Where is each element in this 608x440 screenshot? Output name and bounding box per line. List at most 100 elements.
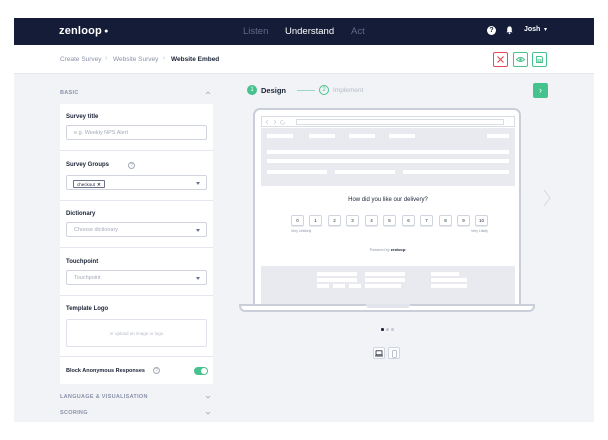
mock-line: [431, 284, 467, 288]
desktop-view-button[interactable]: [373, 347, 385, 359]
dictionary-select[interactable]: Choose dictionary: [66, 222, 207, 237]
app-frame: zenloop ● Listen Understand Act ? Josh ▾…: [14, 18, 594, 422]
block-anonymous-toggle[interactable]: [194, 367, 208, 375]
nps-score-button[interactable]: 10: [475, 215, 488, 226]
next-step-button[interactable]: ›: [533, 83, 548, 98]
save-icon: [536, 56, 543, 63]
template-logo-label: Template Logo: [66, 306, 109, 312]
mock-line: [349, 284, 361, 288]
help-icon[interactable]: ?: [487, 26, 496, 35]
mock-line: [365, 278, 405, 282]
chevron-down-icon: [196, 182, 200, 185]
nav-listen[interactable]: Listen: [243, 26, 268, 37]
mock-line: [431, 278, 467, 282]
survey-question: How did you like our delivery?: [348, 197, 428, 203]
section-basic-label[interactable]: BASIC: [60, 90, 79, 96]
browser-menu-icon: ⋮: [506, 118, 511, 124]
section-language-visualisation[interactable]: LANGUAGE & VISUALISATION: [60, 394, 148, 400]
group-chip-checkout: checkout ✕: [73, 180, 105, 188]
nav-understand[interactable]: Understand: [285, 26, 334, 37]
divider: [60, 150, 213, 151]
mobile-icon: [392, 350, 397, 358]
chevron-down-icon[interactable]: ▾: [544, 26, 547, 33]
dictionary-placeholder: Choose dictionary: [74, 227, 119, 233]
step-implement-label[interactable]: Implement: [333, 87, 363, 94]
survey-title-input[interactable]: e.g. Weekly NPS Alert: [66, 125, 207, 140]
mock-line: [267, 150, 509, 154]
nav-act[interactable]: Act: [351, 26, 365, 37]
section-scoring[interactable]: SCORING: [60, 410, 88, 416]
scale-high-label: Very Likely: [471, 229, 488, 233]
step-design-label[interactable]: Design: [261, 86, 286, 95]
info-icon[interactable]: ?: [153, 367, 160, 374]
mock-line: [267, 170, 327, 174]
breadcrumb-website-embed: Website Embed: [171, 56, 220, 63]
laptop-preview: ⋮ How did you like our delivery? 0 1 2 3…: [253, 108, 521, 304]
address-bar: [296, 119, 504, 125]
close-icon: [497, 56, 504, 63]
survey-groups-select[interactable]: checkout ✕: [66, 175, 207, 190]
block-anonymous-label: Block Anonymous Responses: [66, 368, 145, 374]
nps-score-button[interactable]: 1: [309, 215, 322, 226]
mock-line: [487, 134, 509, 138]
step-connector: [297, 90, 315, 91]
nps-score-button[interactable]: 9: [457, 215, 470, 226]
nps-score-button[interactable]: 6: [402, 215, 415, 226]
mock-line: [267, 159, 509, 163]
settings-panel: Survey title e.g. Weekly NPS Alert Surve…: [60, 104, 213, 384]
nps-score-button[interactable]: 7: [420, 215, 433, 226]
nps-score-button[interactable]: 5: [383, 215, 396, 226]
browser-nav-icon: [265, 119, 285, 125]
breadcrumb-website-survey[interactable]: Website Survey: [113, 56, 158, 63]
breadcrumb-create-survey[interactable]: Create Survey: [60, 56, 102, 63]
nps-score-button[interactable]: 0: [291, 215, 304, 226]
survey-groups-label: Survey Groups: [66, 162, 110, 168]
mock-line: [431, 272, 459, 276]
upload-hint: or upload an image or logo: [109, 331, 164, 336]
touchpoint-select[interactable]: Touchpoint: [66, 270, 207, 285]
survey-widget-preview: How did you like our delivery? 0 1 2 3 4…: [261, 186, 515, 266]
nps-score-button[interactable]: 2: [328, 215, 341, 226]
scale-low-label: Very Unlikely: [291, 229, 312, 233]
mock-line: [365, 272, 405, 276]
preview-button[interactable]: [513, 52, 528, 67]
user-menu[interactable]: Josh: [524, 26, 540, 33]
mock-line: [309, 134, 335, 138]
mock-line: [317, 284, 329, 288]
logo[interactable]: zenloop ●: [59, 25, 109, 37]
footer-mock: [261, 266, 515, 304]
carousel-dot[interactable]: [381, 328, 384, 331]
chevron-down-icon[interactable]: [205, 410, 211, 416]
dictionary-label: Dictionary: [66, 211, 96, 217]
chevron-down-icon: [196, 277, 200, 280]
nps-score-button[interactable]: 4: [365, 215, 378, 226]
browser-bar: ⋮: [261, 116, 515, 127]
chevron-up-icon[interactable]: [205, 90, 211, 96]
survey-title-placeholder: e.g. Weekly NPS Alert: [74, 130, 129, 136]
nps-score-button[interactable]: 3: [346, 215, 359, 226]
step-implement-indicator[interactable]: 2: [319, 85, 329, 95]
touchpoint-label: Touchpoint: [66, 259, 99, 265]
carousel-dot[interactable]: [391, 328, 394, 331]
mock-line: [317, 278, 357, 282]
divider: [60, 247, 213, 248]
mobile-view-button[interactable]: [388, 347, 400, 359]
laptop-icon: [375, 350, 383, 357]
save-button[interactable]: [532, 52, 547, 67]
breadcrumb-separator: ›: [105, 55, 108, 62]
carousel-dot[interactable]: [386, 328, 389, 331]
laptop-notch: [366, 304, 410, 308]
discard-button[interactable]: [493, 52, 508, 67]
chip-remove-icon[interactable]: ✕: [97, 182, 101, 187]
info-icon[interactable]: ?: [128, 162, 135, 169]
powered-by: Powered by zenloop•: [369, 248, 407, 252]
divider: [60, 356, 213, 357]
nps-score-button[interactable]: 8: [439, 215, 452, 226]
chevron-right-icon[interactable]: [542, 188, 552, 208]
bell-icon[interactable]: [505, 25, 514, 35]
mock-line: [267, 134, 293, 138]
chevron-down-icon[interactable]: [205, 394, 211, 400]
divider: [60, 200, 213, 201]
logo-upload-dropzone[interactable]: or upload an image or logo: [66, 319, 207, 347]
step-design-indicator[interactable]: 1: [247, 85, 257, 95]
